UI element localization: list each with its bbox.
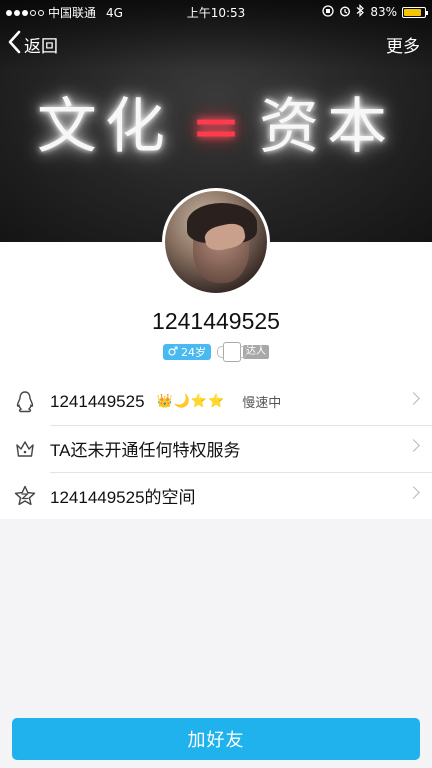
qq-penguin-icon: [14, 390, 36, 413]
daren-badge[interactable]: 达人: [217, 342, 269, 362]
qzone-text: 1241449525的空间: [50, 488, 196, 507]
status-bar: 中国联通 4G 上午10:53 83%: [0, 0, 432, 22]
qq-number: 1241449525: [50, 391, 145, 411]
crown-outline-icon: [14, 438, 36, 460]
alarm-icon: [339, 5, 351, 20]
orientation-lock-icon: [322, 4, 334, 20]
level-icons: 👑 🌙 ⭐ ⭐: [157, 394, 225, 409]
more-button[interactable]: 更多: [386, 32, 420, 57]
profile-info-list: 1241449525 👑 🌙 ⭐ ⭐ 慢速中 TA还未开通任何特权服务 1241…: [0, 378, 432, 519]
list-item-privilege[interactable]: TA还未开通任何特权服务: [0, 425, 432, 472]
chevron-left-icon: [8, 30, 22, 59]
gender-icon: [168, 345, 178, 359]
profile-badges: 24岁 达人: [0, 342, 432, 362]
neon-sign: 文化 = 资本: [0, 78, 432, 165]
bluetooth-icon: [356, 4, 365, 20]
battery-percent: 83%: [370, 5, 397, 19]
star-icon: ⭐: [208, 394, 225, 409]
add-friend-button[interactable]: 加好友: [12, 718, 420, 760]
neon-equals-sign: =: [190, 92, 242, 162]
age-label: 24岁: [181, 346, 206, 359]
chevron-right-icon: [407, 486, 420, 499]
profile-uid: 1241449525: [152, 308, 280, 334]
nav-bar: 返回 更多: [0, 26, 432, 62]
battery-icon: [402, 6, 428, 18]
list-item-qq[interactable]: 1241449525 👑 🌙 ⭐ ⭐ 慢速中: [0, 378, 432, 425]
crown-icon: 👑: [156, 394, 173, 409]
chevron-right-icon: [407, 439, 420, 452]
star-icon: ⭐: [190, 394, 208, 409]
back-label: 返回: [24, 37, 58, 57]
avatar[interactable]: [162, 188, 270, 296]
neon-right-text: 资本: [259, 92, 396, 162]
moon-icon: 🌙: [173, 394, 190, 409]
privilege-text: TA还未开通任何特权服务: [50, 441, 241, 460]
star-outline-icon: [14, 485, 36, 507]
list-item-qzone[interactable]: 1241449525的空间: [0, 472, 432, 519]
back-button[interactable]: 返回: [8, 30, 58, 59]
speed-status: 慢速中: [242, 396, 282, 411]
phone-wings-icon: [217, 342, 247, 362]
chevron-right-icon: [407, 392, 420, 405]
neon-left-text: 文化: [36, 92, 173, 162]
age-badge: 24岁: [163, 344, 211, 360]
